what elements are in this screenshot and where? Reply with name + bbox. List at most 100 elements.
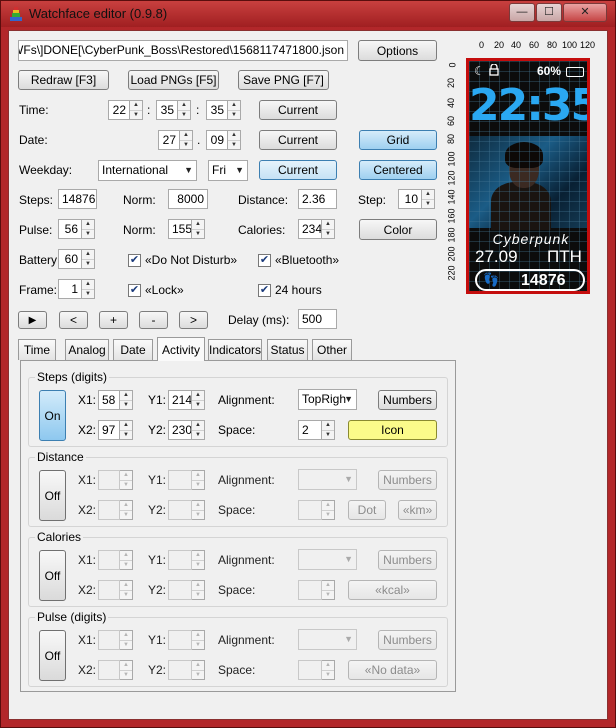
- watchface-preview[interactable]: ☾ 60% 22:35 Cyberpunk 27.09 ПТН 👣 14876: [466, 58, 590, 294]
- minute-spinner[interactable]: ▲ ▼: [178, 100, 191, 120]
- distance-numbers-button[interactable]: Numbers: [378, 470, 437, 490]
- play-button[interactable]: ▶: [18, 311, 47, 329]
- distance-y2-spinner[interactable]: ▲ ▼: [192, 500, 205, 520]
- 24-hours-checkbox[interactable]: ✔ 24 hours: [258, 283, 322, 297]
- steps-space-spinner[interactable]: ▲ ▼: [322, 420, 335, 440]
- distance-alignment-select[interactable]: ▼: [298, 469, 357, 490]
- tab-other[interactable]: Other: [312, 339, 352, 360]
- add-frame-button[interactable]: +: [99, 311, 128, 329]
- steps-x2-field[interactable]: 97: [98, 420, 120, 440]
- calories-x1-field[interactable]: [98, 550, 120, 570]
- minimize-button[interactable]: —: [509, 3, 535, 22]
- pulse-field[interactable]: 56: [58, 219, 82, 239]
- distance-dot-button[interactable]: Dot: [348, 500, 386, 520]
- pulse-y2-field[interactable]: [168, 660, 192, 680]
- steps-x2-spinner[interactable]: ▲ ▼: [120, 420, 133, 440]
- distance-y2-field[interactable]: [168, 500, 192, 520]
- pulse-x1-spinner[interactable]: ▲ ▼: [120, 630, 133, 650]
- bluetooth-checkbox[interactable]: ✔ «Bluetooth»: [258, 253, 339, 267]
- time-current-button[interactable]: Current: [259, 100, 337, 120]
- weekday-select[interactable]: Fri ▼: [208, 160, 248, 181]
- distance-y1-spinner[interactable]: ▲ ▼: [192, 470, 205, 490]
- distance-x2-field[interactable]: [98, 500, 120, 520]
- calories-y2-spinner[interactable]: ▲ ▼: [192, 580, 205, 600]
- pulse-norm-spinner[interactable]: ▲ ▼: [192, 219, 205, 239]
- calories-space-spinner[interactable]: ▲ ▼: [322, 580, 335, 600]
- steps-field[interactable]: 14876: [58, 189, 97, 209]
- month-field[interactable]: 09: [206, 130, 228, 150]
- title-bar[interactable]: Watchface editor (0.9.8) — ☐ ✕: [1, 1, 615, 27]
- centered-button[interactable]: Centered: [359, 160, 437, 180]
- grid-button[interactable]: Grid: [359, 130, 437, 150]
- pulse-space-spinner[interactable]: ▲ ▼: [322, 660, 335, 680]
- close-button[interactable]: ✕: [563, 3, 607, 22]
- battery-spinner[interactable]: ▲ ▼: [82, 249, 95, 269]
- steps-x1-spinner[interactable]: ▲ ▼: [120, 390, 133, 410]
- distance-y1-field[interactable]: [168, 470, 192, 490]
- pulse-y1-spinner[interactable]: ▲ ▼: [192, 630, 205, 650]
- file-path-field[interactable]: oad\WFs\]DONE[\CyberPunk_Boss\Restored\1…: [18, 40, 348, 61]
- step-spinner[interactable]: ▲ ▼: [422, 189, 435, 209]
- pulse-spinner[interactable]: ▲ ▼: [82, 219, 95, 239]
- steps-y1-spinner[interactable]: ▲ ▼: [192, 390, 205, 410]
- pulse-alignment-select[interactable]: ▼: [298, 629, 357, 650]
- distance-x1-spinner[interactable]: ▲ ▼: [120, 470, 133, 490]
- calories-field[interactable]: 234: [298, 219, 322, 239]
- battery-field[interactable]: 60: [58, 249, 82, 269]
- calories-alignment-select[interactable]: ▼: [298, 549, 357, 570]
- calories-off-button[interactable]: Off: [39, 550, 66, 601]
- second-field[interactable]: 35: [206, 100, 228, 120]
- pulse-space-field[interactable]: [298, 660, 322, 680]
- pulse-nodata-button[interactable]: «No data»: [348, 660, 437, 680]
- calories-kcal-button[interactable]: «kcal»: [348, 580, 437, 600]
- distance-off-button[interactable]: Off: [39, 470, 66, 521]
- remove-frame-button[interactable]: -: [139, 311, 168, 329]
- day-field[interactable]: 27: [158, 130, 180, 150]
- steps-icon-button[interactable]: Icon: [348, 420, 437, 440]
- tab-analog[interactable]: Analog: [65, 339, 109, 360]
- calories-numbers-button[interactable]: Numbers: [378, 550, 437, 570]
- distance-x1-field[interactable]: [98, 470, 120, 490]
- tab-date[interactable]: Date: [113, 339, 153, 360]
- tab-activity[interactable]: Activity: [157, 337, 205, 361]
- do-not-disturb-checkbox[interactable]: ✔ «Do Not Disturb»: [128, 253, 237, 267]
- steps-norm-field[interactable]: 8000: [168, 189, 208, 209]
- tab-status[interactable]: Status: [267, 339, 308, 360]
- calories-x2-field[interactable]: [98, 580, 120, 600]
- pulse-x2-field[interactable]: [98, 660, 120, 680]
- steps-alignment-select[interactable]: TopRigh ▼: [298, 389, 357, 410]
- day-spinner[interactable]: ▲ ▼: [180, 130, 193, 150]
- calories-x2-spinner[interactable]: ▲ ▼: [120, 580, 133, 600]
- minute-field[interactable]: 35: [156, 100, 178, 120]
- steps-x1-field[interactable]: 58: [98, 390, 120, 410]
- pulse-numbers-button[interactable]: Numbers: [378, 630, 437, 650]
- steps-space-field[interactable]: 2: [298, 420, 322, 440]
- prev-frame-button[interactable]: <: [59, 311, 88, 329]
- tab-time[interactable]: Time: [18, 339, 56, 360]
- next-frame-button[interactable]: >: [179, 311, 208, 329]
- distance-field[interactable]: 2.36: [298, 189, 337, 209]
- steps-numbers-button[interactable]: Numbers: [378, 390, 437, 410]
- pulse-x1-field[interactable]: [98, 630, 120, 650]
- calories-y2-field[interactable]: [168, 580, 192, 600]
- calories-y1-spinner[interactable]: ▲ ▼: [192, 550, 205, 570]
- distance-space-spinner[interactable]: ▲ ▼: [322, 500, 335, 520]
- calories-spinner[interactable]: ▲ ▼: [322, 219, 335, 239]
- distance-space-field[interactable]: [298, 500, 322, 520]
- pulse-norm-field[interactable]: 155: [168, 219, 192, 239]
- weekday-locale-select[interactable]: International ▼: [98, 160, 197, 181]
- frame-field[interactable]: 1: [58, 279, 82, 299]
- pulse-x2-spinner[interactable]: ▲ ▼: [120, 660, 133, 680]
- second-spinner[interactable]: ▲ ▼: [228, 100, 241, 120]
- load-pngs-button[interactable]: Load PNGs [F5]: [128, 70, 219, 90]
- hour-field[interactable]: 22: [108, 100, 130, 120]
- tab-indicators[interactable]: Indicators: [208, 339, 262, 360]
- pulse-off-button[interactable]: Off: [39, 630, 66, 681]
- lock-checkbox[interactable]: ✔ «Lock»: [128, 283, 184, 297]
- calories-y1-field[interactable]: [168, 550, 192, 570]
- weekday-current-button[interactable]: Current: [259, 160, 337, 180]
- pulse-y1-field[interactable]: [168, 630, 192, 650]
- redraw-button[interactable]: Redraw [F3]: [18, 70, 109, 90]
- distance-x2-spinner[interactable]: ▲ ▼: [120, 500, 133, 520]
- steps-y2-spinner[interactable]: ▲ ▼: [192, 420, 205, 440]
